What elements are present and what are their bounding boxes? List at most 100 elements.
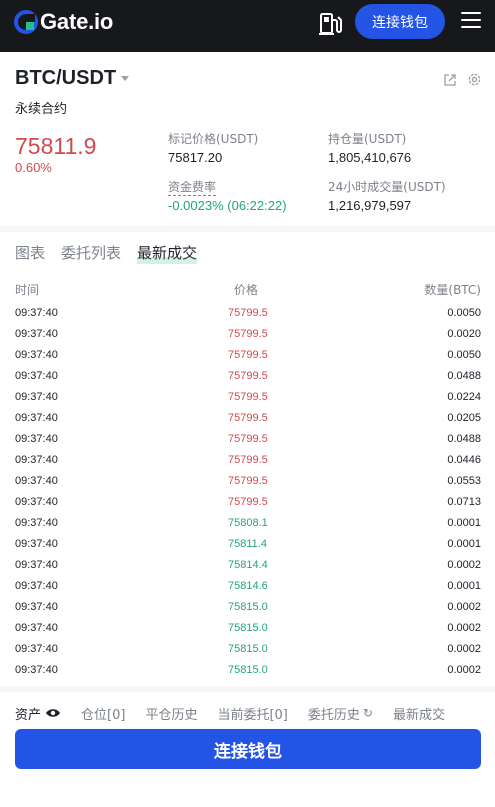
trade-time: 09:37:40 — [15, 454, 58, 466]
mark-price-value: 75817.20 — [168, 150, 223, 165]
open-interest-value: 1,805,410,676 — [328, 150, 412, 165]
tab-chart[interactable]: 图表 — [15, 242, 45, 263]
trade-time: 09:37:40 — [15, 643, 58, 655]
trade-amount: 0.0001 — [447, 580, 481, 592]
menu-icon[interactable] — [461, 12, 481, 30]
settings-icon[interactable] — [467, 72, 482, 87]
eye-icon[interactable] — [45, 708, 61, 718]
table-row: 09:37:40 75814.4 0.0002 — [0, 555, 495, 576]
price-change: 0.60% — [15, 160, 52, 175]
gate-logo[interactable]: Gate.io — [14, 9, 113, 35]
tab-order-book[interactable]: 委托列表 — [61, 242, 121, 263]
table-row: 09:37:40 75799.5 0.0224 — [0, 387, 495, 408]
trade-price: 75808.1 — [228, 517, 268, 529]
refresh-icon: ↻ — [362, 706, 373, 720]
table-row: 09:37:40 75799.5 0.0488 — [0, 429, 495, 450]
trade-time: 09:37:40 — [15, 580, 58, 592]
trade-time: 09:37:40 — [15, 517, 58, 529]
gate-logo-icon — [14, 10, 38, 34]
trade-time: 09:37:40 — [15, 349, 58, 361]
trade-price: 75815.0 — [228, 643, 268, 655]
table-row: 09:37:40 75815.0 0.0002 — [0, 639, 495, 660]
trade-time: 09:37:40 — [15, 538, 58, 550]
tab-latest-trades[interactable]: 最新成交 — [137, 242, 198, 264]
trade-amount: 0.0002 — [447, 622, 481, 634]
header-amount: 数量(BTC) — [424, 283, 481, 297]
trade-price: 75799.5 — [228, 454, 268, 466]
mark-price-label: 标记价格(USDT) — [168, 132, 259, 146]
trade-amount: 0.0050 — [447, 307, 481, 319]
tab-open-orders[interactable]: 当前委托[0] — [217, 704, 287, 723]
logo-text: Gate.io — [40, 9, 114, 34]
trade-time: 09:37:40 — [15, 328, 58, 340]
funding-rate-label[interactable]: 资金费率 — [168, 178, 217, 196]
trade-amount: 0.0002 — [447, 643, 481, 655]
trade-amount: 0.0020 — [447, 328, 481, 340]
trade-amount: 0.0001 — [447, 538, 481, 550]
trade-price: 75815.0 — [228, 664, 268, 676]
trade-time: 09:37:40 — [15, 370, 58, 382]
table-row: 09:37:40 75815.0 0.0002 — [0, 597, 495, 618]
trade-amount: 0.0002 — [447, 601, 481, 613]
connect-wallet-button[interactable]: 连接钱包 — [355, 4, 445, 39]
table-row: 09:37:40 75815.0 0.0002 — [0, 618, 495, 639]
trade-amount: 0.0050 — [447, 349, 481, 361]
trade-price: 75799.5 — [228, 433, 268, 445]
tab-recent-fills[interactable]: 最新成交 — [393, 704, 445, 723]
trade-price: 75799.5 — [228, 307, 268, 319]
section-divider — [0, 226, 495, 232]
caret-down-icon — [121, 76, 130, 81]
content-tabs: 图表 委托列表 最新成交 — [15, 242, 213, 264]
trade-price: 75799.5 — [228, 412, 268, 424]
trade-price: 75799.5 — [228, 370, 268, 382]
header-price: 价格 — [234, 283, 259, 297]
tab-assets-label: 资产 — [15, 707, 42, 723]
table-row: 09:37:40 75815.0 0.0002 — [0, 660, 495, 681]
volume-24h-label: 24小时成交量(USDT) — [328, 180, 446, 194]
trade-time: 09:37:40 — [15, 559, 58, 571]
tab-order-history[interactable]: 委托历史 ↻ — [308, 704, 373, 723]
trade-time: 09:37:40 — [15, 412, 58, 424]
contract-type: 永续合约 — [15, 102, 68, 117]
header-time: 时间 — [15, 283, 40, 297]
trade-amount: 0.0446 — [447, 454, 481, 466]
volume-24h-value: 1,216,979,597 — [328, 198, 412, 213]
trade-amount: 0.0488 — [447, 433, 481, 445]
trade-amount: 0.0553 — [447, 475, 481, 487]
open-interest-label: 持仓量(USDT) — [328, 132, 407, 146]
trade-amount: 0.0002 — [447, 559, 481, 571]
trade-amount: 0.0001 — [447, 517, 481, 529]
table-row: 09:37:40 75799.5 0.0050 — [0, 303, 495, 324]
trade-time: 09:37:40 — [15, 622, 58, 634]
table-row: 09:37:40 75799.5 0.0713 — [0, 492, 495, 513]
table-row: 09:37:40 75799.5 0.0020 — [0, 324, 495, 345]
trades-list: 09:37:40 75799.5 0.0050 09:37:40 75799.5 0.00… — [0, 303, 495, 681]
funding-rate-value: -0.0023% (06:22:22) — [168, 198, 287, 213]
trade-price: 75815.0 — [228, 622, 268, 634]
trade-time: 09:37:40 — [15, 664, 58, 676]
trade-price: 75814.4 — [228, 559, 268, 571]
table-row: 09:37:40 75811.4 0.0001 — [0, 534, 495, 555]
trade-amount: 0.0713 — [447, 496, 481, 508]
trade-amount: 0.0224 — [447, 391, 481, 403]
pair-selector[interactable]: BTC/USDT — [15, 67, 130, 90]
trade-price: 75814.6 — [228, 580, 268, 592]
table-row: 09:37:40 75799.5 0.0553 — [0, 471, 495, 492]
table-row: 09:37:40 75799.5 0.0205 — [0, 408, 495, 429]
tab-close-history[interactable]: 平仓历史 — [145, 704, 197, 723]
connect-wallet-bottom-button[interactable]: 连接钱包 — [15, 729, 481, 769]
trade-amount: 0.0488 — [447, 370, 481, 382]
trade-price: 75799.5 — [228, 496, 268, 508]
trade-time: 09:37:40 — [15, 496, 58, 508]
trade-price: 75799.5 — [228, 475, 268, 487]
trade-price: 75799.5 — [228, 391, 268, 403]
trade-price: 75815.0 — [228, 601, 268, 613]
trade-time: 09:37:40 — [15, 475, 58, 487]
pair-name: BTC/USDT — [15, 67, 117, 89]
external-link-icon[interactable] — [443, 73, 457, 87]
fuel-pump-icon[interactable] — [318, 11, 342, 37]
last-price: 75811.9 — [15, 133, 97, 159]
tab-assets[interactable]: 资产 — [15, 704, 61, 723]
tab-order-history-label: 委托历史 — [307, 707, 360, 723]
tab-positions[interactable]: 仓位[0] — [81, 704, 125, 723]
